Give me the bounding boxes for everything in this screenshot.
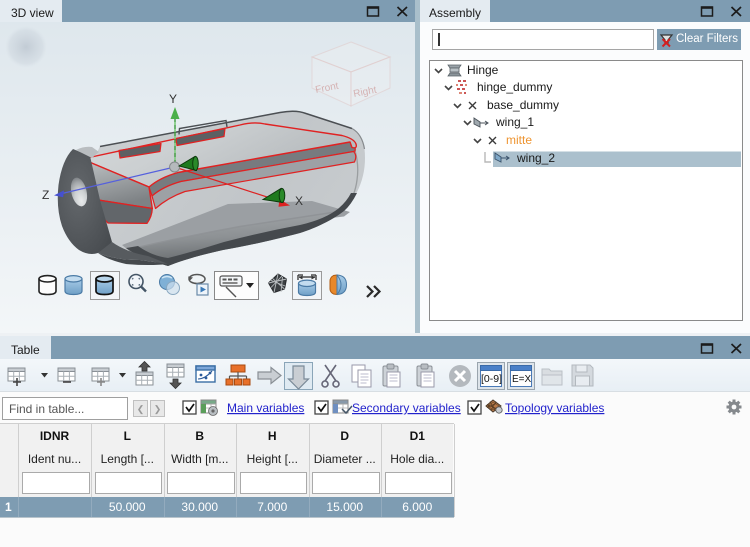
svg-text:wing_2: wing_2 [516,151,555,165]
svg-text:wing_1: wing_1 [495,115,534,129]
svg-text:base_dummy: base_dummy [487,98,559,112]
svg-text:E=X: E=X [512,374,532,385]
svg-text:Topology variables: Topology variables [505,401,604,415]
svg-text:mitte: mitte [506,133,532,147]
svg-text:Y: Y [169,92,177,106]
svg-text:Main variables: Main variables [227,401,304,415]
svg-text:[0-9]: [0-9] [481,373,502,385]
svg-text:hinge_dummy: hinge_dummy [477,80,552,94]
svg-text:X: X [295,194,303,208]
svg-text:Hinge: Hinge [467,63,499,77]
svg-text:Secondary variables: Secondary variables [352,401,461,415]
svg-text:Z: Z [42,188,49,202]
